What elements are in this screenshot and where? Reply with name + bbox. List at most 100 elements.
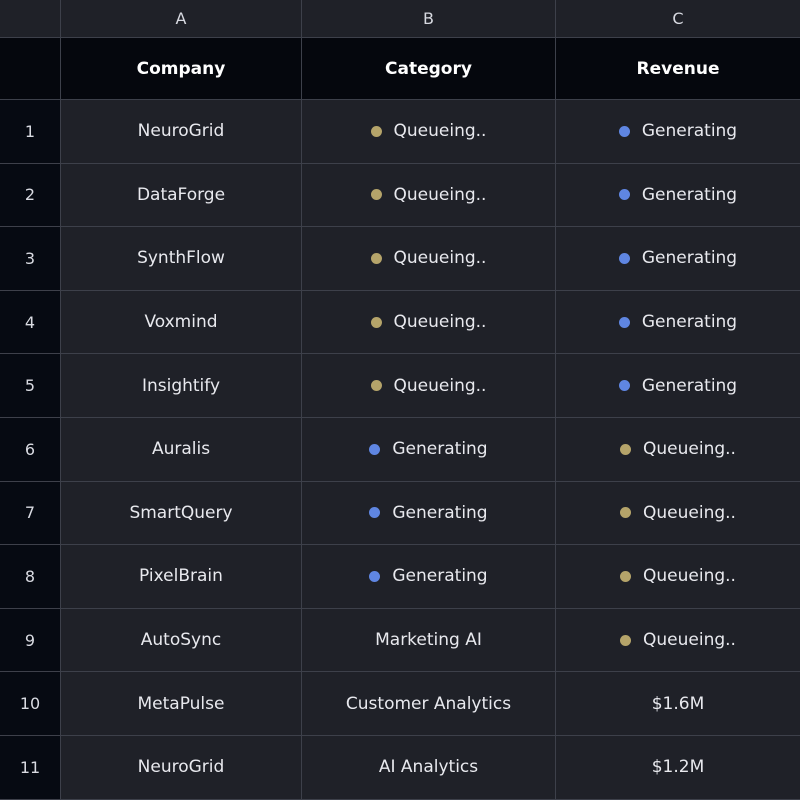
status-indicator: Queueing..: [620, 503, 736, 523]
cell-category[interactable]: Generating: [302, 481, 556, 546]
row-number[interactable]: 5: [0, 354, 61, 418]
status-indicator: Queueing..: [370, 121, 486, 141]
queueing-status-dot-icon: [620, 443, 632, 455]
cell-category[interactable]: Generating: [302, 545, 556, 609]
cell-category[interactable]: Marketing AI: [302, 608, 556, 673]
cell-revenue[interactable]: Generating: [556, 354, 800, 418]
row-number[interactable]: 2: [0, 163, 61, 228]
status-text: Generating: [641, 248, 738, 269]
generating-status-dot-icon: [369, 570, 381, 582]
cell-company[interactable]: PixelBrain: [61, 545, 302, 609]
cell-revenue[interactable]: Generating: [556, 163, 800, 228]
queueing-status-dot-icon: [620, 507, 632, 519]
cell-company[interactable]: SynthFlow: [61, 227, 302, 291]
status-text: Generating: [392, 502, 488, 523]
cell-company[interactable]: Voxmind: [61, 290, 302, 355]
cell-category[interactable]: AI Analytics: [302, 735, 556, 800]
generating-status-dot-icon: [618, 189, 630, 201]
status-text: Queueing..: [643, 630, 736, 651]
spreadsheet-grid: A B C Company Category Revenue 1 NeuroGri…: [0, 0, 800, 800]
cell-company[interactable]: DataForge: [61, 163, 302, 228]
status-indicator: Generating: [618, 312, 738, 333]
queueing-status-dot-icon: [370, 316, 382, 328]
status-indicator: Generating: [369, 502, 488, 523]
cell-revenue[interactable]: Generating: [556, 290, 800, 355]
cell-company[interactable]: Insightify: [61, 354, 302, 418]
row-number[interactable]: 9: [0, 608, 61, 673]
status-indicator: Queueing..: [620, 630, 736, 650]
status-text: Queueing..: [393, 184, 487, 205]
status-indicator: Queueing..: [620, 439, 736, 459]
status-indicator: Generating: [369, 439, 488, 459]
cell-revenue[interactable]: Queueing..: [556, 417, 800, 482]
queueing-status-dot-icon: [370, 380, 382, 392]
row-number[interactable]: 3: [0, 227, 61, 291]
cell-category[interactable]: Queueing..: [302, 290, 556, 355]
status-indicator: Queueing..: [370, 248, 487, 269]
cell-category[interactable]: Queueing..: [302, 354, 556, 418]
status-text: Generating: [641, 375, 738, 396]
queueing-status-dot-icon: [370, 189, 382, 201]
cell-company[interactable]: NeuroGrid: [61, 100, 302, 164]
cell-category[interactable]: Queueing..: [302, 227, 556, 291]
queueing-status-dot-icon: [370, 252, 382, 264]
cell-category[interactable]: Generating: [302, 417, 556, 482]
generating-status-dot-icon: [369, 507, 381, 519]
cell-revenue[interactable]: $1.2M: [556, 735, 800, 800]
cell-category[interactable]: Customer Analytics: [302, 672, 556, 736]
status-text: Generating: [641, 312, 738, 333]
status-text: Generating: [641, 184, 738, 205]
cell-company[interactable]: Auralis: [61, 417, 302, 482]
row-number[interactable]: 7: [0, 481, 61, 546]
status-text: Generating: [392, 566, 488, 587]
status-indicator: Generating: [618, 375, 738, 396]
status-indicator: Queueing..: [620, 566, 736, 586]
status-indicator: Generating: [369, 566, 488, 587]
generating-status-dot-icon: [618, 252, 630, 264]
cell-company[interactable]: MetaPulse: [61, 672, 302, 736]
cell-category[interactable]: Queueing..: [302, 100, 556, 164]
row-number[interactable]: 6: [0, 417, 61, 482]
row-number[interactable]: 1: [0, 100, 61, 164]
select-all-corner[interactable]: [0, 0, 61, 38]
column-header-b[interactable]: B: [302, 0, 556, 38]
column-header-c[interactable]: C: [556, 0, 800, 38]
row-number[interactable]: 10: [0, 672, 61, 736]
cell-company[interactable]: SmartQuery: [61, 481, 302, 546]
status-text: Queueing..: [643, 566, 736, 587]
row-number[interactable]: 8: [0, 545, 61, 609]
header-company[interactable]: Company: [61, 38, 302, 100]
header-category[interactable]: Category: [302, 38, 556, 100]
status-text: Generating: [641, 121, 738, 142]
cell-revenue[interactable]: Queueing..: [556, 481, 800, 546]
generating-status-dot-icon: [618, 125, 630, 137]
generating-status-dot-icon: [618, 380, 630, 392]
row-number[interactable]: 11: [0, 735, 61, 800]
status-indicator: Generating: [618, 248, 738, 269]
row-number[interactable]: 4: [0, 290, 61, 355]
generating-status-dot-icon: [369, 443, 381, 455]
status-text: Queueing..: [643, 502, 736, 523]
column-header-a[interactable]: A: [61, 0, 302, 38]
status-indicator: Queueing..: [370, 375, 487, 396]
status-indicator: Queueing..: [370, 312, 487, 333]
row-header-blank[interactable]: [0, 38, 61, 100]
cell-revenue[interactable]: Queueing..: [556, 608, 800, 673]
status-text: Queueing..: [393, 375, 487, 396]
cell-revenue[interactable]: $1.6M: [556, 672, 800, 736]
cell-company[interactable]: AutoSync: [61, 608, 302, 673]
queueing-status-dot-icon: [620, 570, 632, 582]
cell-revenue[interactable]: Queueing..: [556, 545, 800, 609]
status-text: Queueing..: [393, 312, 487, 333]
cell-company[interactable]: NeuroGrid: [61, 735, 302, 800]
status-indicator: Queueing..: [370, 184, 487, 205]
queueing-status-dot-icon: [370, 125, 382, 137]
status-indicator: Generating: [618, 121, 738, 142]
cell-category[interactable]: Queueing..: [302, 163, 556, 228]
status-indicator: Generating: [618, 184, 738, 205]
cell-revenue[interactable]: Generating: [556, 100, 800, 164]
status-text: Queueing..: [393, 248, 487, 269]
header-revenue[interactable]: Revenue: [556, 38, 800, 100]
cell-revenue[interactable]: Generating: [556, 227, 800, 291]
status-text: Queueing..: [643, 439, 736, 460]
